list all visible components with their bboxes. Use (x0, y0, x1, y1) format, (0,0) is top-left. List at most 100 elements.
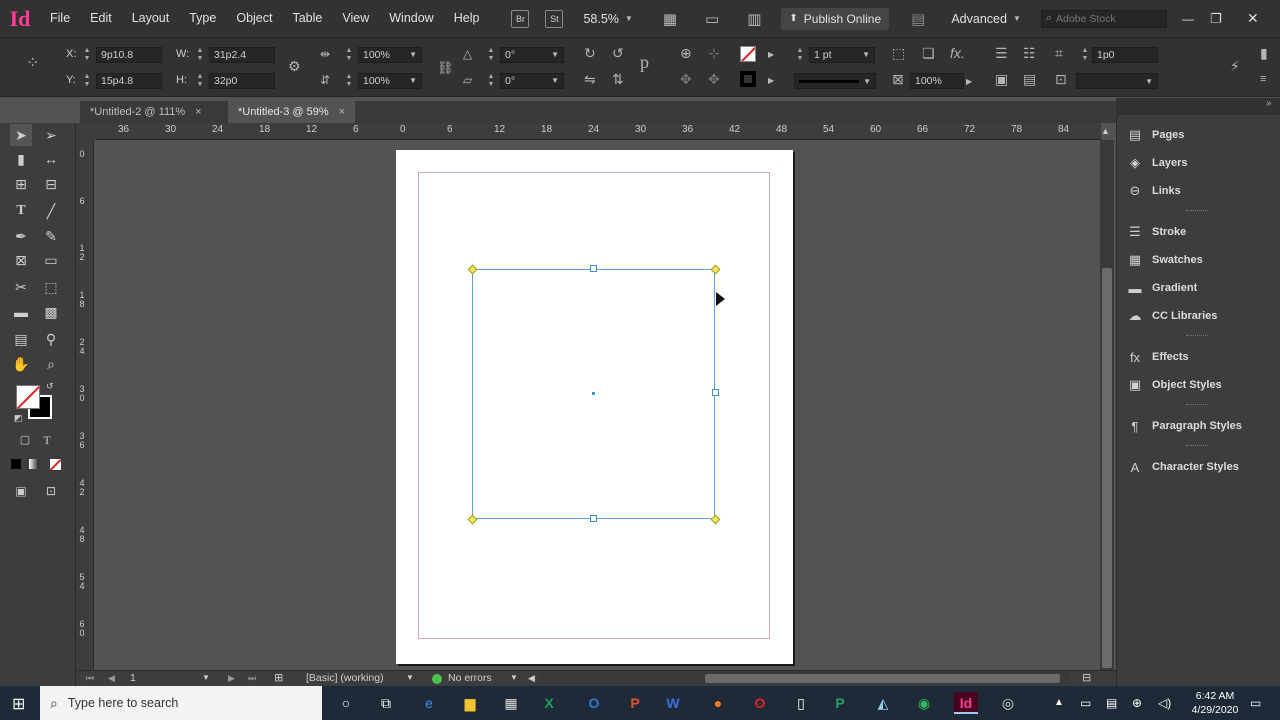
eyedropper-tool-icon[interactable]: ⚲ (40, 328, 62, 350)
file-explorer-icon[interactable]: ▆ (458, 692, 482, 714)
panel-group-grip[interactable] (1186, 210, 1208, 213)
workspace-switcher[interactable]: Advanced ▼ (951, 12, 1021, 26)
panel-swatches[interactable]: ▦ Swatches (1126, 250, 1203, 270)
fx-icon[interactable]: fx. (950, 45, 965, 61)
panel-gradient[interactable]: ▬ Gradient (1126, 278, 1198, 298)
first-page-icon[interactable]: ⏮ (86, 673, 94, 684)
reference-point-icon[interactable]: ⁘ (26, 56, 39, 72)
edge-icon[interactable]: e (417, 692, 441, 714)
panel-options-icon[interactable]: ▮ (1260, 45, 1268, 61)
y-field[interactable]: 15p4.8 (96, 73, 162, 89)
fitting-icon[interactable]: ⊡ (1055, 71, 1067, 87)
windows-start-icon[interactable]: ⊞ (12, 694, 25, 714)
fill-color-swatch[interactable] (16, 385, 40, 409)
apply-none-icon[interactable] (50, 459, 61, 470)
stroke-dropdown-icon[interactable]: ▶ (768, 76, 774, 85)
store-icon[interactable]: ▦ (499, 692, 523, 714)
close-icon[interactable]: × (339, 106, 345, 118)
pen-tool-icon[interactable]: ✒ (10, 225, 32, 247)
panel-group-grip[interactable] (1186, 335, 1208, 338)
select-next-icon[interactable]: ✥ (708, 71, 720, 87)
restore-icon[interactable]: ❐ (1210, 11, 1222, 27)
zoom-tool-icon[interactable]: ⌕ (40, 353, 62, 375)
panel-stroke[interactable]: ☰ Stroke (1126, 222, 1186, 242)
horizontal-scroll-thumb[interactable] (705, 674, 1060, 683)
flip-vertical-icon[interactable]: ⇅ (612, 71, 624, 87)
pencil-tool-icon[interactable]: ✎ (40, 225, 62, 247)
preflight-profile[interactable]: [Basic] (working) (306, 672, 384, 684)
menu-type[interactable]: Type (179, 0, 226, 37)
distribute-icon[interactable]: ▤ (1023, 71, 1036, 87)
panel-paragraph-styles[interactable]: ¶ Paragraph Styles (1126, 416, 1242, 436)
stroke-type-select[interactable]: ▼ (794, 73, 876, 89)
align-left-icon[interactable]: ☰ (995, 45, 1008, 61)
screen-mode-icon[interactable]: ▭ (705, 10, 719, 28)
publisher-icon[interactable]: P (828, 692, 852, 714)
formatting-container-icon[interactable]: ▢ (14, 429, 36, 451)
page-number[interactable]: 1 (130, 672, 136, 684)
stroke-weight-stepper[interactable]: ▲ ▼ (795, 47, 805, 63)
preflight-errors[interactable]: No errors (448, 672, 492, 684)
tray-volume-icon[interactable]: ◁) (1158, 686, 1171, 720)
handle-top-middle[interactable] (590, 265, 597, 272)
page-dropdown-icon[interactable]: ▼ (202, 673, 210, 682)
last-page-icon[interactable]: ⏭ (248, 673, 256, 684)
menu-help[interactable]: Help (444, 0, 490, 37)
whatsapp-icon[interactable]: ◉ (912, 692, 936, 714)
text-wrap-icon[interactable]: ⬚ (892, 45, 905, 61)
y-stepper[interactable]: ▲ ▼ (82, 73, 92, 89)
publish-online-button[interactable]: ⬆ Publish Online (781, 7, 890, 30)
note-tool-icon[interactable]: ▤ (10, 328, 32, 350)
menu-table[interactable]: Table (282, 0, 332, 37)
gradient-feather-tool-icon[interactable]: ▩ (40, 301, 62, 323)
vertical-scroll-thumb[interactable] (1102, 268, 1112, 668)
scroll-left-icon[interactable]: ◀ (528, 673, 535, 684)
minimize-icon[interactable]: — (1182, 12, 1194, 26)
w-stepper[interactable]: ▲ ▼ (195, 47, 205, 63)
notepad-icon[interactable]: ▯ (789, 692, 813, 714)
handle-middle-left[interactable] (469, 390, 476, 397)
scroll-up-icon[interactable]: ▲ (1101, 126, 1110, 136)
stroke-weight-field[interactable]: 1 pt ▼ (809, 47, 875, 63)
task-view-icon[interactable]: ⧉ (374, 692, 398, 714)
hamburger-menu-icon[interactable]: ≡ (1260, 71, 1266, 87)
select-previous-icon[interactable]: ✥ (680, 71, 692, 87)
menu-view[interactable]: View (332, 0, 379, 37)
fill-none-swatch[interactable] (740, 46, 756, 62)
scale-y-stepper[interactable]: ▲ ▼ (344, 73, 354, 89)
cortana-icon[interactable]: ○ (334, 692, 358, 714)
notifications-icon[interactable]: ▭ (1250, 686, 1261, 720)
x-field[interactable]: 9p10.8 (96, 47, 162, 63)
scissors-tool-icon[interactable]: ✂ (10, 276, 32, 298)
object-style-select[interactable]: ▼ (1076, 73, 1158, 89)
normal-view-icon[interactable]: ▣ (10, 480, 32, 502)
opacity-field[interactable]: 100% (910, 73, 964, 89)
shear-field[interactable]: 0° ▼ (500, 73, 564, 89)
panel-group-grip[interactable] (1186, 445, 1208, 448)
stroke-swatch[interactable] (740, 71, 756, 87)
panel-character-styles[interactable]: A Character Styles (1126, 457, 1239, 477)
fit-frame-icon[interactable]: ⌗ (1055, 45, 1063, 61)
rotate-field[interactable]: 0° ▼ (500, 47, 564, 63)
gradient-swatch-tool-icon[interactable]: ▬ (10, 301, 32, 323)
split-window-icon[interactable]: ⊟ (1082, 671, 1091, 684)
panel-group-grip[interactable] (1186, 404, 1208, 407)
opera-icon[interactable]: O (748, 692, 772, 714)
scale-x-stepper[interactable]: ▲ ▼ (344, 47, 354, 63)
default-fill-stroke-icon[interactable]: ◩ (14, 413, 23, 424)
open-page-icon[interactable]: ⊞ (274, 671, 283, 684)
menu-edit[interactable]: Edit (80, 0, 122, 37)
profile-dropdown-icon[interactable]: ▼ (406, 673, 414, 682)
formatting-text-icon[interactable]: T (36, 429, 58, 451)
preview-mode-icon[interactable]: ⊡ (40, 480, 62, 502)
powerpoint-icon[interactable]: P (623, 692, 647, 714)
zoom-select[interactable]: 58.5% ▼ (583, 12, 632, 26)
content-collector-icon[interactable]: ⊞ (10, 173, 32, 195)
free-transform-tool-icon[interactable]: ⬚ (40, 276, 62, 298)
flip-horizontal-icon[interactable]: ⇋ (584, 71, 596, 87)
arrange-documents-icon[interactable]: ▥ (747, 10, 761, 28)
handle-bottom-middle[interactable] (590, 515, 597, 522)
lightning-icon[interactable]: ⚡ (1230, 58, 1240, 74)
height-field[interactable]: 32p0 (209, 73, 275, 89)
tray-chevron-up-icon[interactable]: ▲ (1054, 686, 1064, 720)
